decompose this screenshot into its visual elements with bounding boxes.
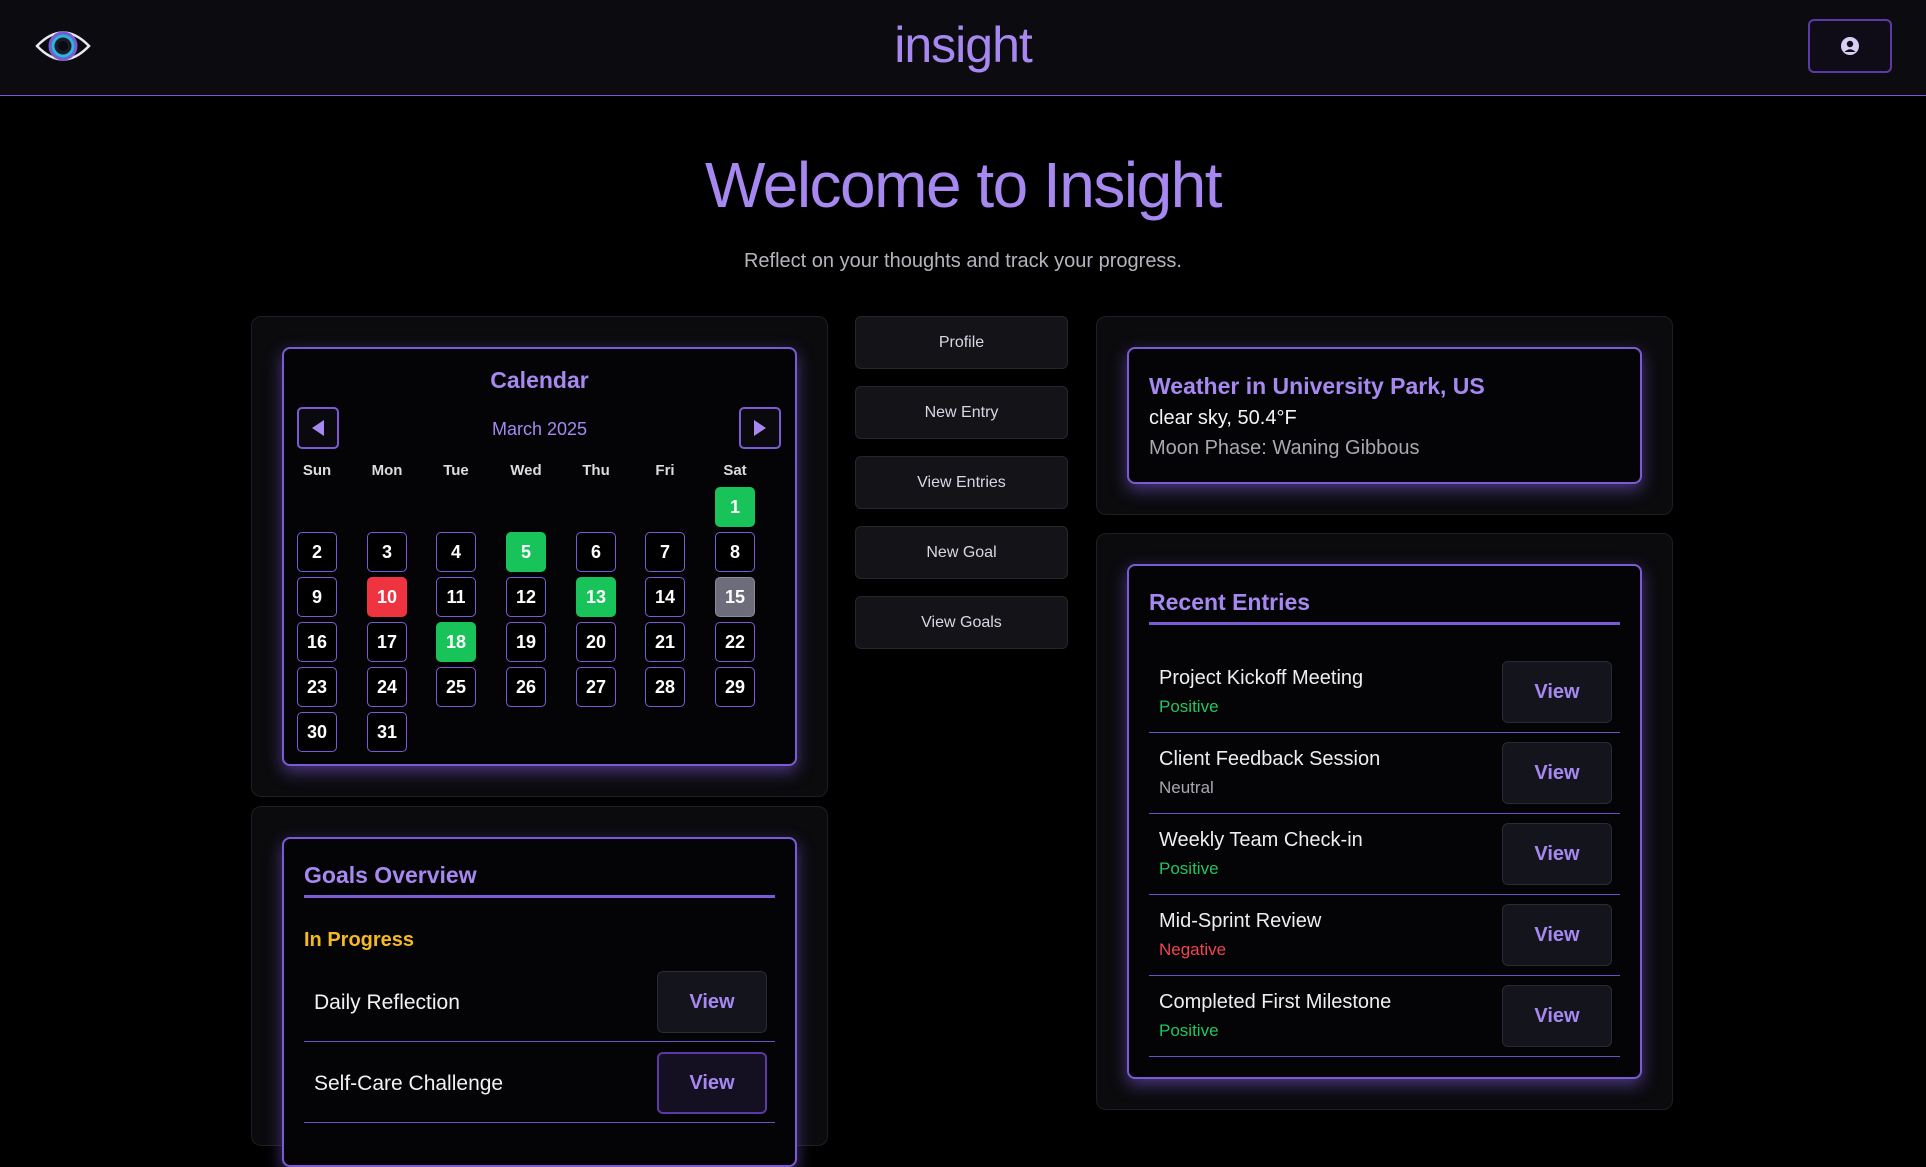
entry-mood: Positive xyxy=(1159,859,1219,878)
calendar-day[interactable]: 17 xyxy=(367,622,407,662)
calendar-card: Calendar March 2025 Sun Mon Tue Wed Thu … xyxy=(282,347,797,766)
entry-title: Project Kickoff Meeting xyxy=(1159,667,1364,689)
calendar-day[interactable]: 25 xyxy=(436,667,476,707)
user-icon xyxy=(1841,37,1859,55)
entry-row: Project Kickoff Meeting Positive View xyxy=(1149,652,1620,733)
calendar-day[interactable]: 6 xyxy=(576,532,616,572)
calendar-day[interactable]: 9 xyxy=(297,577,337,617)
calendar-title: Calendar xyxy=(490,367,589,393)
user-menu-button[interactable] xyxy=(1808,19,1892,73)
calendar-day[interactable]: 3 xyxy=(367,532,407,572)
calendar-day[interactable]: 27 xyxy=(576,667,616,707)
entry-title: Client Feedback Session xyxy=(1159,748,1381,770)
weekday-label: Sun xyxy=(302,462,332,479)
calendar-day[interactable]: 1 xyxy=(715,487,755,527)
entry-row: Weekly Team Check-in Positive View xyxy=(1149,814,1620,895)
recent-entries-panel: Recent Entries Project Kickoff Meeting P… xyxy=(1096,533,1673,1110)
calendar-day[interactable]: 11 xyxy=(436,577,476,617)
nav-view-entries-button[interactable]: View Entries xyxy=(855,456,1068,509)
goal-title: Self-Care Challenge xyxy=(314,1072,504,1095)
weather-panel: Weather in University Park, US clear sky… xyxy=(1096,316,1673,515)
calendar-day[interactable]: 16 xyxy=(297,622,337,662)
entry-view-button[interactable]: View xyxy=(1502,985,1612,1047)
weekday-label: Sat xyxy=(723,462,747,479)
entry-row: Completed First Milestone Positive View xyxy=(1149,976,1620,1057)
entry-view-button[interactable]: View xyxy=(1502,823,1612,885)
recent-entries-title: Recent Entries xyxy=(1149,589,1620,625)
calendar-day[interactable]: 8 xyxy=(715,532,755,572)
weekday-label: Tue xyxy=(443,462,469,479)
calendar-day[interactable]: 30 xyxy=(297,712,337,752)
calendar-day[interactable]: 5 xyxy=(506,532,546,572)
nav-view-goals-button[interactable]: View Goals xyxy=(855,596,1068,649)
calendar-day[interactable]: 31 xyxy=(367,712,407,752)
goal-view-button[interactable]: View xyxy=(657,971,767,1033)
entry-row: Mid-Sprint Review Negative View xyxy=(1149,895,1620,976)
weather-title: Weather in University Park, US xyxy=(1149,373,1485,399)
top-bar: insight xyxy=(0,0,1926,96)
calendar-day[interactable]: 19 xyxy=(506,622,546,662)
nav-new-goal-button[interactable]: New Goal xyxy=(855,526,1068,579)
entry-view-button[interactable]: View xyxy=(1502,904,1612,966)
entry-title: Mid-Sprint Review xyxy=(1159,910,1322,932)
calendar-day[interactable]: 10 xyxy=(367,577,407,617)
goals-title: Goals Overview xyxy=(304,862,775,898)
calendar-day[interactable]: 18 xyxy=(436,622,476,662)
calendar-day[interactable]: 26 xyxy=(506,667,546,707)
weekday-label: Fri xyxy=(655,462,675,479)
entry-view-button[interactable]: View xyxy=(1502,742,1612,804)
goal-title: Daily Reflection xyxy=(314,991,460,1014)
calendar-month: March 2025 xyxy=(491,419,588,439)
weekday-label: Thu xyxy=(582,462,610,479)
calendar-day[interactable]: 23 xyxy=(297,667,337,707)
entry-mood: Positive xyxy=(1159,1021,1219,1040)
calendar-day[interactable]: 12 xyxy=(506,577,546,617)
calendar-day[interactable]: 20 xyxy=(576,622,616,662)
calendar-day[interactable]: 22 xyxy=(715,622,755,662)
nav-new-entry-button[interactable]: New Entry xyxy=(855,386,1068,439)
goal-row: Daily Reflection View xyxy=(304,961,775,1042)
page-subtitle: Reflect on your thoughts and track your … xyxy=(743,250,1182,272)
goal-view-button[interactable]: View xyxy=(657,1052,767,1114)
weekday-label: Mon xyxy=(371,462,403,479)
entry-view-button[interactable]: View xyxy=(1502,661,1612,723)
moon-phase: Moon Phase: Waning Gibbous xyxy=(1149,437,1420,459)
entry-mood: Positive xyxy=(1159,697,1219,716)
goal-row: Self-Care Challenge View xyxy=(304,1042,775,1123)
entry-title: Completed First Milestone xyxy=(1159,991,1392,1013)
calendar-day[interactable]: 7 xyxy=(645,532,685,572)
goals-panel: Goals Overview In Progress Daily Reflect… xyxy=(251,806,828,1167)
calendar-day[interactable]: 13 xyxy=(576,577,616,617)
entry-mood: Negative xyxy=(1159,940,1227,959)
weather-card: Weather in University Park, US clear sky… xyxy=(1127,347,1642,484)
page-title: Welcome to Insight xyxy=(704,149,1223,221)
app-title: insight xyxy=(894,17,1033,73)
nav-profile-button[interactable]: Profile xyxy=(855,316,1068,369)
weekday-label: Wed xyxy=(510,462,542,479)
entry-title: Weekly Team Check-in xyxy=(1159,829,1363,851)
calendar-day[interactable]: 4 xyxy=(436,532,476,572)
calendar-day[interactable]: 28 xyxy=(645,667,685,707)
entry-row: Client Feedback Session Neutral View xyxy=(1149,733,1620,814)
entry-mood: Neutral xyxy=(1159,778,1214,797)
calendar-day[interactable]: 2 xyxy=(297,532,337,572)
goals-section-in-progress: In Progress xyxy=(304,929,415,951)
calendar-day[interactable]: 21 xyxy=(645,622,685,662)
calendar-panel: Calendar March 2025 Sun Mon Tue Wed Thu … xyxy=(251,316,828,797)
calendar-day[interactable]: 29 xyxy=(715,667,755,707)
goals-card: Goals Overview In Progress Daily Reflect… xyxy=(282,837,797,1167)
recent-entries-card: Recent Entries Project Kickoff Meeting P… xyxy=(1127,564,1642,1079)
calendar-day[interactable]: 14 xyxy=(645,577,685,617)
weather-condition: clear sky, 50.4°F xyxy=(1149,407,1297,429)
calendar-day[interactable]: 24 xyxy=(367,667,407,707)
calendar-day-today[interactable]: 15 xyxy=(715,577,755,617)
